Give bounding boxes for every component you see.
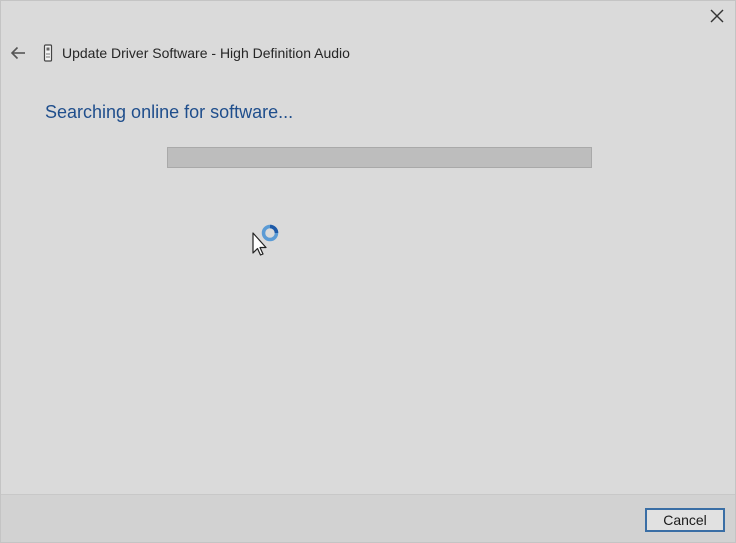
- close-icon: [710, 9, 724, 23]
- dialog-header: Update Driver Software - High Definition…: [7, 39, 350, 67]
- update-driver-dialog: Update Driver Software - High Definition…: [0, 0, 736, 543]
- cancel-button[interactable]: Cancel: [645, 508, 725, 532]
- audio-device-icon: [43, 44, 53, 62]
- busy-cursor-icon: [252, 224, 279, 256]
- back-button[interactable]: [7, 42, 29, 64]
- dialog-title: Update Driver Software - High Definition…: [62, 45, 350, 61]
- close-button[interactable]: [703, 3, 731, 29]
- back-arrow-icon: [10, 46, 25, 60]
- dialog-footer: Cancel: [1, 494, 735, 542]
- search-progress-bar: [167, 147, 592, 168]
- status-heading: Searching online for software...: [45, 102, 294, 122]
